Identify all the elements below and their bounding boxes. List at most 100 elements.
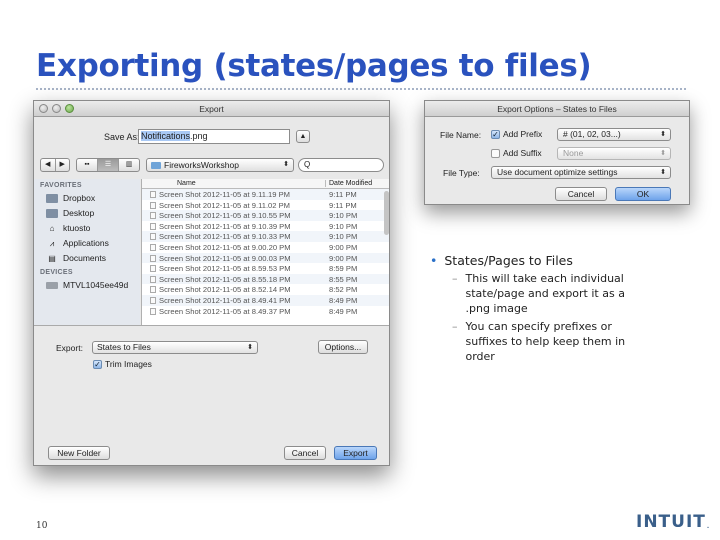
popup-arrows-icon: ⬍ <box>247 344 253 351</box>
suffix-select[interactable]: None ⬍ <box>557 147 671 160</box>
file-row[interactable]: Screen Shot 2012-11-05 at 8.49.41 PM 8:49… <box>142 294 389 306</box>
file-date: 9:10 PM <box>329 221 358 231</box>
file-date: 8:55 PM <box>329 274 358 284</box>
sidebar-item-drive[interactable]: MTVL1045ee49d <box>34 278 140 293</box>
file-name: Screen Shot 2012-11-05 at 9.10.33 PM <box>159 232 291 242</box>
file-name: Screen Shot 2012-11-05 at 9.11.19 PM <box>159 190 291 199</box>
sidebar-item-label: ktuosto <box>63 223 91 233</box>
file-name: Screen Shot 2012-11-05 at 9.00.03 PM <box>159 253 291 263</box>
bullet-sub: – You can specify prefixes or suffixes to… <box>430 319 700 364</box>
column-view-icon[interactable]: ▥ <box>119 159 139 171</box>
logo-text: INTUIT <box>636 512 706 532</box>
options-dialog-title: Export Options – States to Files <box>497 104 617 114</box>
sidebar-item-label: Applications <box>63 238 109 248</box>
trim-images-option[interactable]: ✓ Trim Images <box>93 359 152 369</box>
suffix-value: None <box>563 148 584 158</box>
sidebar-item-desktop[interactable]: Desktop <box>34 206 140 221</box>
file-date: 9:11 PM <box>329 200 357 210</box>
file-row[interactable]: Screen Shot 2012-11-05 at 9.11.19 PM 9:11… <box>142 189 389 200</box>
intuit-logo: INTUIT. <box>636 512 710 532</box>
bullet-main: • States/Pages to Files <box>430 253 700 268</box>
add-prefix-label: Add Prefix <box>503 129 543 139</box>
file-name: Screen Shot 2012-11-05 at 9.11.02 PM <box>159 200 291 210</box>
options-ok-button[interactable]: OK <box>615 187 671 201</box>
file-list-scrollbar[interactable] <box>384 191 389 235</box>
column-header-name[interactable]: Name <box>177 180 196 187</box>
prefix-select[interactable]: # (01, 02, 03...) ⬍ <box>557 128 671 141</box>
sidebar-item-home[interactable]: ⌂ ktuosto <box>34 221 140 236</box>
bullet-marker: • <box>430 253 438 268</box>
add-suffix-checkbox[interactable] <box>491 148 500 158</box>
file-date: 9:00 PM <box>329 242 358 252</box>
file-date: 8:49 PM <box>329 306 358 316</box>
options-button[interactable]: Options... <box>318 340 368 354</box>
sidebar: FAVORITES Dropbox Desktop ⌂ ktuosto ⩘ Appl… <box>34 179 140 325</box>
sidebar-item-label: Desktop <box>63 208 95 218</box>
bullet-sub: – This will take each individual state/pa… <box>430 271 700 316</box>
folder-location-popup[interactable]: FireworksWorkshop ⬍ <box>146 158 294 172</box>
file-row[interactable]: Screen Shot 2012-11-05 at 8.49.37 PM 8:49… <box>142 306 389 317</box>
export-dialog-titlebar[interactable]: Export <box>34 101 389 117</box>
sidebar-item-label: Documents <box>63 253 106 263</box>
sidebar-item-documents[interactable]: ▤ Documents <box>34 251 140 266</box>
icon-view-icon[interactable]: ▪▪ <box>77 159 98 171</box>
documents-icon: ▤ <box>48 253 56 263</box>
list-view-icon[interactable]: ☰ <box>98 159 119 171</box>
file-row[interactable]: Screen Shot 2012-11-05 at 8.52.14 PM 8:52… <box>142 284 389 295</box>
file-type-label: File Type: <box>443 168 480 178</box>
minimize-window-button[interactable] <box>52 104 61 113</box>
file-row[interactable]: Screen Shot 2012-11-05 at 8.55.18 PM 8:55… <box>142 273 389 285</box>
filename-input[interactable]: Notifications.png <box>138 129 290 144</box>
options-dialog-titlebar[interactable]: Export Options – States to Files <box>425 101 689 117</box>
file-list: Name Date Modified Screen Shot 2012-11-0… <box>141 179 389 325</box>
save-as-label: Save As: <box>104 132 140 142</box>
file-row[interactable]: Screen Shot 2012-11-05 at 9.10.33 PM 9:10… <box>142 231 389 242</box>
popup-arrows-icon: ⬍ <box>660 131 666 138</box>
new-folder-button[interactable]: New Folder <box>48 446 110 460</box>
options-cancel-button[interactable]: Cancel <box>555 187 607 201</box>
trim-images-checkbox[interactable]: ✓ <box>93 359 102 369</box>
current-folder-label: FireworksWorkshop <box>164 160 239 170</box>
forward-arrow-icon[interactable]: ▶ <box>56 159 70 171</box>
file-row[interactable]: Screen Shot 2012-11-05 at 9.10.39 PM 9:10… <box>142 221 389 232</box>
search-icon: Q <box>304 160 311 169</box>
back-arrow-icon[interactable]: ◀ <box>41 159 56 171</box>
file-name: Screen Shot 2012-11-05 at 8.59.53 PM <box>159 264 291 274</box>
add-prefix-checkbox[interactable]: ✓ <box>491 129 500 139</box>
back-forward-buttons: ◀ ▶ <box>40 158 70 172</box>
cancel-button[interactable]: Cancel <box>284 446 326 460</box>
sidebar-item-applications[interactable]: ⩘ Applications <box>34 236 140 251</box>
popup-arrows-icon: ⬍ <box>660 150 666 157</box>
expand-dialog-button[interactable]: ▲ <box>296 130 310 143</box>
dash-marker: – <box>452 320 458 333</box>
file-name: Screen Shot 2012-11-05 at 8.55.18 PM <box>159 274 291 284</box>
folder-icon <box>46 193 58 203</box>
close-window-button[interactable] <box>39 104 48 113</box>
export-button[interactable]: Export <box>334 446 377 460</box>
file-name: Screen Shot 2012-11-05 at 9.10.39 PM <box>159 221 291 231</box>
file-date: 9:11 PM <box>329 190 357 199</box>
add-suffix-option[interactable]: Add Suffix <box>491 148 542 158</box>
file-row[interactable]: Screen Shot 2012-11-05 at 9.10.55 PM 9:10… <box>142 210 389 221</box>
file-date: 9:10 PM <box>329 232 358 242</box>
file-date: 8:49 PM <box>329 295 358 305</box>
trim-images-label: Trim Images <box>105 359 152 369</box>
zoom-window-button[interactable] <box>65 104 74 113</box>
column-header-date[interactable]: Date Modified <box>325 180 372 187</box>
favorites-header: FAVORITES <box>40 182 82 189</box>
add-prefix-option[interactable]: ✓ Add Prefix <box>491 129 542 139</box>
applications-icon: ⩘ <box>49 238 55 248</box>
devices-header: DEVICES <box>40 269 73 276</box>
file-row[interactable]: Screen Shot 2012-11-05 at 9.00.20 PM 9:00… <box>142 242 389 253</box>
export-type-select[interactable]: States to Files ⬍ <box>92 341 258 354</box>
file-row[interactable]: Screen Shot 2012-11-05 at 8.59.53 PM 8:59… <box>142 263 389 274</box>
file-type-select[interactable]: Use document optimize settings ⬍ <box>491 166 671 179</box>
filename-extension: .png <box>190 131 208 141</box>
file-row[interactable]: Screen Shot 2012-11-05 at 9.00.03 PM 9:00… <box>142 252 389 264</box>
search-input[interactable]: Q <box>298 158 384 172</box>
window-controls <box>39 104 74 113</box>
logo-mark: . <box>706 523 711 530</box>
sidebar-item-dropbox[interactable]: Dropbox <box>34 191 140 206</box>
file-row[interactable]: Screen Shot 2012-11-05 at 9.11.02 PM 9:11… <box>142 200 389 211</box>
file-date: 9:10 PM <box>329 211 358 221</box>
